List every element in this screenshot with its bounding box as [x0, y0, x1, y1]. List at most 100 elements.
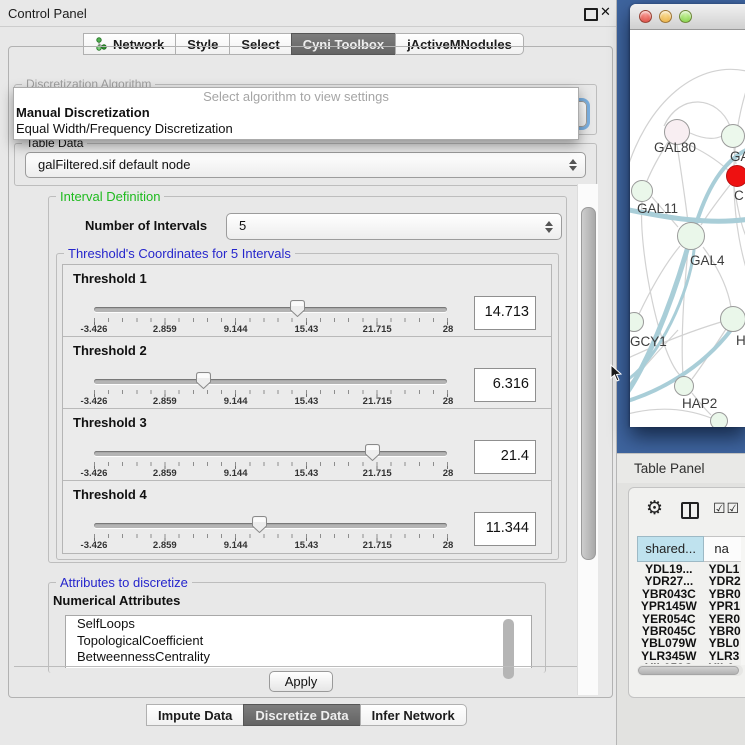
network-node[interactable] [677, 222, 705, 250]
tick-label: 2.859 [153, 324, 177, 335]
threshold-row: Threshold 3 -3.4262.8599.14415.4321.7152… [63, 409, 551, 481]
tick-label: 21.715 [363, 540, 392, 551]
tick-label: 28 [443, 540, 454, 551]
popup-item[interactable]: Equal Width/Frequency Discretization [14, 121, 578, 137]
attributes-list[interactable]: SelfLoopsTopologicalCoefficientBetweenne… [65, 615, 532, 668]
slider-track[interactable] [94, 379, 447, 384]
network-canvas[interactable]: GAL80GACGAL11GAL4GCY1HHAP2 [630, 30, 745, 427]
network-node[interactable] [630, 312, 644, 332]
slider-thumb[interactable] [365, 444, 380, 461]
table-row[interactable]: YIL052C YIL0 [637, 661, 745, 664]
network-window-titlebar [630, 4, 745, 30]
column-header[interactable]: shared... [637, 536, 704, 562]
panel-scrollbar-track[interactable] [577, 184, 598, 695]
mouse-cursor [610, 364, 622, 382]
table-data-combobox[interactable]: galFiltered.sif default node [25, 152, 586, 178]
minimize-traffic-light-icon[interactable] [659, 10, 672, 23]
bottom-tab[interactable]: Discretize Data [243, 704, 360, 726]
right-region: GAL80GACGAL11GAL4GCY1HHAP2 Table Panel ⚙… [617, 0, 745, 745]
threshold-value-field[interactable]: 14.713 [474, 296, 536, 330]
cell-shared-name: YIL052C [637, 661, 701, 664]
tick-label: 15.43 [295, 540, 319, 551]
slider-thumb[interactable] [196, 372, 211, 389]
bottom-tab[interactable]: Impute Data [146, 704, 244, 726]
threshold-label: Threshold 2 [73, 343, 147, 358]
network-node[interactable] [710, 412, 728, 427]
network-node[interactable] [674, 376, 694, 396]
network-view-window: GAL80GACGAL11GAL4GCY1HHAP2 [630, 4, 745, 427]
zoom-traffic-light-icon[interactable] [679, 10, 692, 23]
split-columns-icon[interactable] [681, 502, 699, 519]
tick-label: 28 [443, 324, 454, 335]
node-label: GAL4 [690, 253, 725, 268]
slider-tick-labels: -3.4262.8599.14415.4321.71528 [94, 324, 448, 336]
slider-tick-labels: -3.4262.8599.14415.4321.71528 [94, 540, 448, 552]
network-node[interactable] [720, 306, 745, 332]
table-row[interactable]: YDR27... YDR2 [637, 574, 745, 586]
table-row[interactable]: YBL079W YBL0 [637, 636, 745, 648]
cell-name: YLR3 [701, 649, 745, 661]
close-icon[interactable]: ✕ [600, 4, 611, 20]
popup-item-label: Equal Width/Frequency Discretization [16, 121, 233, 136]
apply-button[interactable]: Apply [269, 671, 333, 692]
network-node[interactable] [721, 124, 745, 148]
table-row[interactable]: YDL19... YDL1 [637, 562, 745, 574]
combo-arrows-icon [569, 159, 577, 171]
combo-value: galFiltered.sif default node [38, 153, 190, 177]
tick-label: 15.43 [295, 468, 319, 479]
popup-item-list: Manual Discretization Equal Width/Freque… [14, 105, 578, 137]
threshold-value-field[interactable]: 11.344 [474, 512, 536, 546]
attribute-list-item[interactable]: BetweennessCentrality [66, 649, 531, 666]
network-node[interactable] [631, 180, 653, 202]
table-row[interactable]: YER054C YER0 [637, 612, 745, 624]
threshold-value-field[interactable]: 21.4 [474, 440, 536, 474]
panel-scrollbar-thumb[interactable] [581, 207, 596, 560]
table-row[interactable]: YLR345W YLR3 [637, 649, 745, 661]
combo-arrows-icon [545, 221, 553, 233]
settings-gear-icon[interactable]: ⚙ [646, 497, 663, 519]
slider-track[interactable] [94, 307, 447, 312]
table-data-group: Table Data galFiltered.sif default node [14, 143, 597, 186]
slider-track[interactable] [94, 451, 447, 456]
cell-shared-name: YER054C [637, 612, 701, 624]
tick-label: 2.859 [153, 468, 177, 479]
number-of-intervals-combobox[interactable]: 5 [226, 213, 562, 240]
bottom-tab-label: Infer Network [372, 708, 455, 723]
node-label: C [734, 188, 744, 203]
table-rows: YDL19... YDL1 YDR27... YDR2 YBR043C YBR0… [637, 562, 745, 664]
window-controls [639, 10, 692, 23]
tick-label: 28 [443, 468, 454, 479]
interval-definition-group: Interval Definition Number of Intervals … [48, 196, 567, 563]
table-row[interactable]: YBR043C YBR0 [637, 587, 745, 599]
table-row[interactable]: YBR045C YBR0 [637, 624, 745, 636]
column-header[interactable]: na [704, 536, 745, 562]
group-title: Attributes to discretize [56, 575, 192, 590]
bottom-tab[interactable]: Infer Network [360, 704, 467, 726]
popup-item[interactable]: Manual Discretization [14, 105, 578, 121]
slider-thumb[interactable] [252, 516, 267, 533]
slider-track[interactable] [94, 523, 447, 528]
slider-tick-labels: -3.4262.8599.14415.4321.71528 [94, 468, 448, 480]
close-traffic-light-icon[interactable] [639, 10, 652, 23]
attribute-list-item[interactable]: TopologicalCoefficient [66, 633, 531, 650]
node-label: GAL11 [637, 201, 678, 216]
threshold-value-field[interactable]: 6.316 [474, 368, 536, 402]
attribute-list-item[interactable]: SelfLoops [66, 616, 531, 633]
node-label: H [736, 333, 745, 348]
cell-shared-name: YBL079W [637, 636, 701, 648]
table-vscrollbar-track[interactable] [741, 537, 745, 665]
table-hscrollbar-track[interactable] [637, 665, 743, 676]
table-hscrollbar-thumb[interactable] [638, 666, 739, 675]
list-scrollbar-thumb[interactable] [503, 619, 514, 679]
cell-name: YPR1 [701, 599, 745, 611]
screenshot-root: Control Panel ✕ Network [0, 0, 745, 745]
slider-thumb[interactable] [290, 300, 305, 317]
float-window-icon[interactable] [584, 8, 598, 21]
checkbox-icons[interactable]: ☑☑ [713, 501, 740, 517]
tick-label: 9.144 [224, 396, 248, 407]
numerical-attributes-label: Numerical Attributes [53, 593, 180, 608]
cell-name: YBR0 [701, 624, 745, 636]
table-row[interactable]: YPR145W YPR1 [637, 599, 745, 611]
network-node[interactable] [726, 165, 745, 187]
cell-shared-name: YBR043C [637, 587, 701, 599]
